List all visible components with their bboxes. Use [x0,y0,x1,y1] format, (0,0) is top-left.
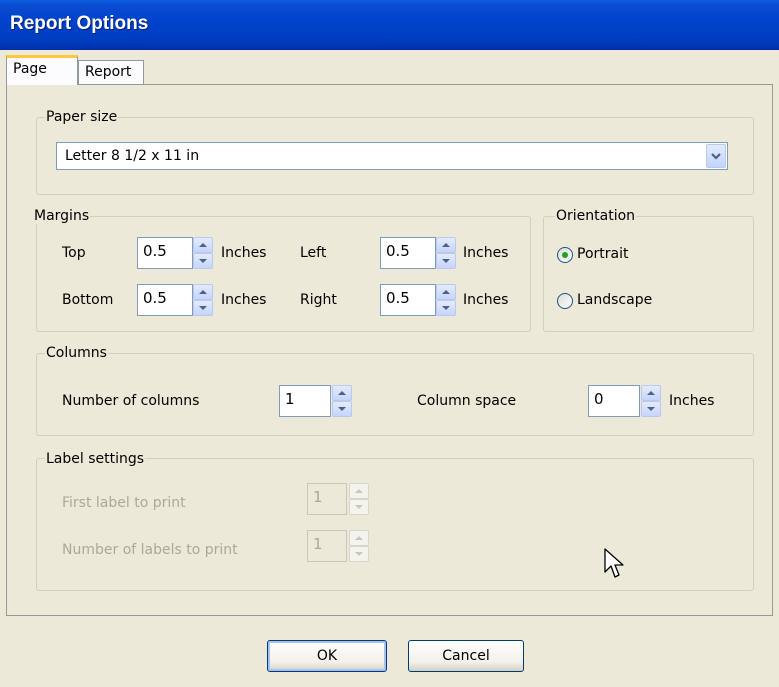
number-of-labels-input: 1 [307,530,347,562]
column-space-input[interactable]: 0 [588,385,640,417]
bottom-margin-input[interactable]: 0.5 [137,284,193,316]
spin-down-icon [349,499,369,515]
columns-legend: Columns [45,345,108,361]
radio-selected-dot [562,252,568,258]
first-label-input: 1 [307,483,347,515]
left-margin-input[interactable]: 0.5 [380,237,436,269]
spin-up-icon[interactable] [436,237,456,253]
paper-size-value: Letter 8 1/2 x 11 in [65,148,200,164]
margins-group [36,216,531,332]
title-bar[interactable]: Report Options [0,0,779,50]
column-space-spinner[interactable] [641,385,661,417]
spin-up-icon[interactable] [193,284,213,300]
portrait-label[interactable]: Portrait [577,245,628,263]
chevron-down-icon[interactable] [706,144,726,168]
left-margin-spinner[interactable] [436,237,456,269]
number-of-labels-spinner [349,530,369,562]
spin-down-icon[interactable] [436,253,456,269]
spin-up-icon[interactable] [641,385,661,401]
tab-page[interactable]: Page [6,55,78,85]
spin-down-icon[interactable] [641,401,661,417]
left-label: Left [300,245,327,261]
number-of-columns-input[interactable]: 1 [279,385,331,417]
bottom-label: Bottom [62,292,114,308]
right-margin-input[interactable]: 0.5 [380,284,436,316]
cancel-button[interactable]: Cancel [408,640,524,672]
top-margin-spinner[interactable] [193,237,213,269]
margins-legend: Margins [33,208,91,224]
spin-up-icon[interactable] [436,284,456,300]
window-title: Report Options [10,13,149,34]
bottom-unit-label: Inches [221,292,267,308]
right-label: Right [300,292,337,308]
top-label: Top [62,245,86,261]
spin-down-icon[interactable] [332,401,352,417]
spin-down-icon [349,546,369,562]
portrait-radio[interactable] [557,247,573,263]
spin-up-icon[interactable] [332,385,352,401]
landscape-radio[interactable] [557,293,573,309]
landscape-label[interactable]: Landscape [577,291,652,309]
number-of-labels-label: Number of labels to print [62,542,238,558]
top-margin-input[interactable]: 0.5 [137,237,193,269]
number-of-columns-label: Number of columns [62,393,200,409]
orientation-group [543,216,754,332]
mouse-pointer-icon [604,548,624,578]
paper-size-legend: Paper size [45,109,119,125]
tab-report[interactable]: Report [78,60,144,84]
bottom-margin-spinner[interactable] [193,284,213,316]
label-settings-legend: Label settings [45,451,146,467]
spin-down-icon[interactable] [193,300,213,316]
first-label-to-print-label: First label to print [62,495,186,511]
column-space-unit-label: Inches [669,393,715,409]
left-unit-label: Inches [463,245,509,261]
right-unit-label: Inches [463,292,509,308]
right-margin-spinner[interactable] [436,284,456,316]
orientation-legend: Orientation [555,208,637,224]
spin-up-icon [349,483,369,499]
spin-down-icon[interactable] [193,253,213,269]
top-unit-label: Inches [221,245,267,261]
paper-size-select[interactable]: Letter 8 1/2 x 11 in [56,142,728,170]
spin-up-icon [349,530,369,546]
label-settings-group [36,458,754,591]
spin-up-icon[interactable] [193,237,213,253]
column-space-label: Column space [417,393,517,409]
ok-button[interactable]: OK [267,640,387,672]
spin-down-icon[interactable] [436,300,456,316]
number-of-columns-spinner[interactable] [332,385,352,417]
first-label-spinner [349,483,369,515]
